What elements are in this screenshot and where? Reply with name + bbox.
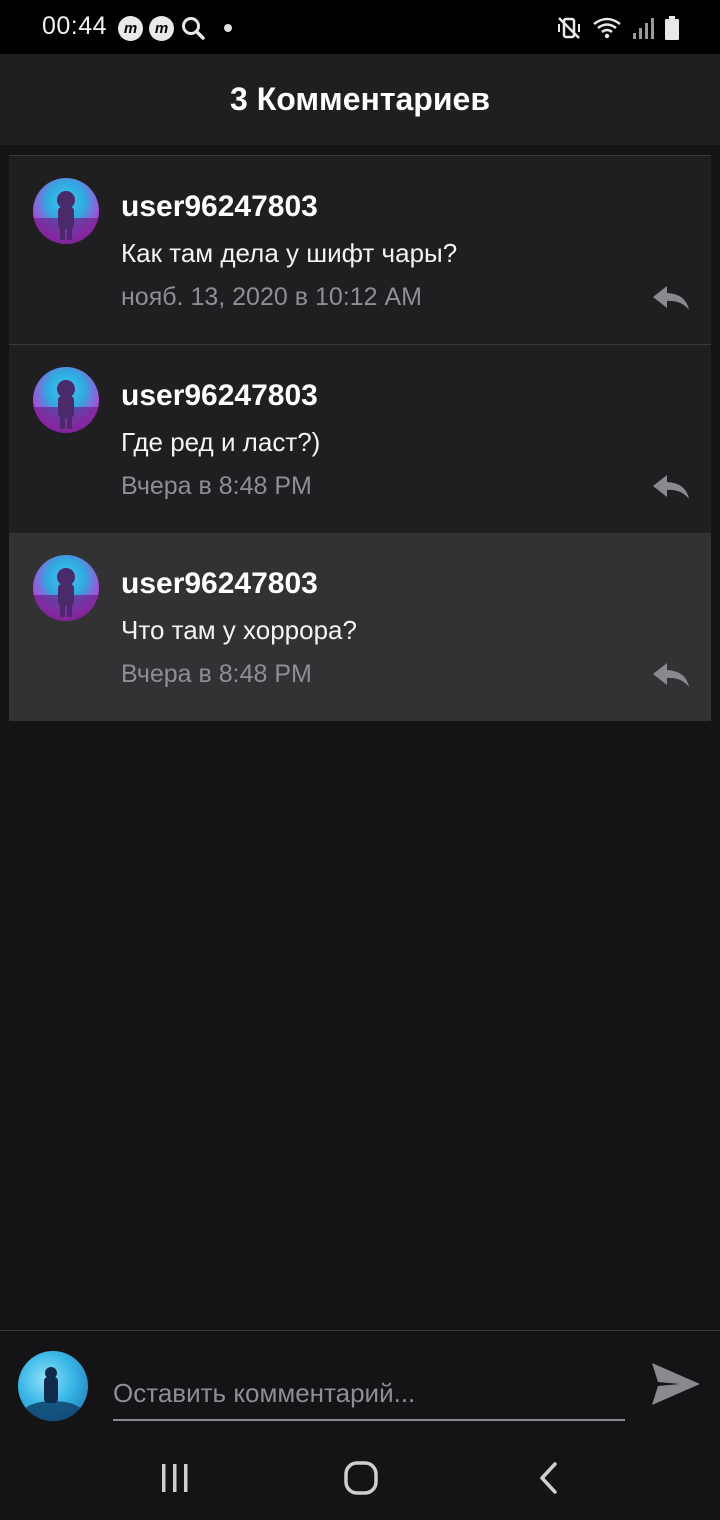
reply-icon[interactable] [651,661,691,689]
avatar [18,1351,88,1421]
comment-username[interactable]: user96247803 [121,567,318,601]
page-title: 3 Комментариев [230,81,490,117]
wifi-icon [593,17,621,39]
comment-timestamp: Вчера в 8:48 PM [121,660,312,688]
back-icon[interactable] [523,1458,573,1498]
comment-input[interactable] [113,1367,625,1421]
battery-icon [665,16,679,40]
header: 3 Комментариев [0,54,720,145]
comment-text: Где ред и ласт?) [121,427,321,457]
comments-list: user96247803 Как там дела у шифт чары? н… [9,155,711,721]
status-left-icons: m m [118,14,232,42]
comment-timestamp: Вчера в 8:48 PM [121,472,312,500]
search-icon [182,17,205,40]
reply-icon[interactable] [651,473,691,501]
comment-text: Что там у хоррора? [121,615,357,645]
comment-item[interactable]: user96247803 Что там у хоррора? Вчера в … [9,533,711,721]
avatar[interactable] [33,367,99,433]
status-bar: 00:44 m m [0,0,720,54]
reply-icon[interactable] [651,284,691,312]
comment-text: Как там дела у шифт чары? [121,238,458,268]
navigation-bar [0,1436,720,1520]
comment-username[interactable]: user96247803 [121,379,318,413]
avatar[interactable] [33,555,99,621]
status-right-icons [556,14,680,42]
comment-item[interactable]: user96247803 Где ред и ласт?) Вчера в 8:… [9,344,711,533]
comment-item[interactable]: user96247803 Как там дела у шифт чары? н… [9,155,711,344]
dot-icon [224,24,232,32]
recent-apps-icon[interactable] [150,1458,200,1498]
comment-timestamp: нояб. 13, 2020 в 10:12 AM [121,283,422,311]
m-badge-icon: m [118,15,143,41]
compose-bar [0,1330,720,1437]
send-button[interactable] [650,1359,702,1409]
signal-icon [633,18,654,39]
m-badge-icon: m [149,15,174,41]
status-time: 00:44 [42,12,108,40]
avatar[interactable] [33,178,99,244]
comment-username[interactable]: user96247803 [121,190,318,224]
home-icon[interactable] [336,1458,386,1498]
mute-vibrate-icon [558,17,580,39]
